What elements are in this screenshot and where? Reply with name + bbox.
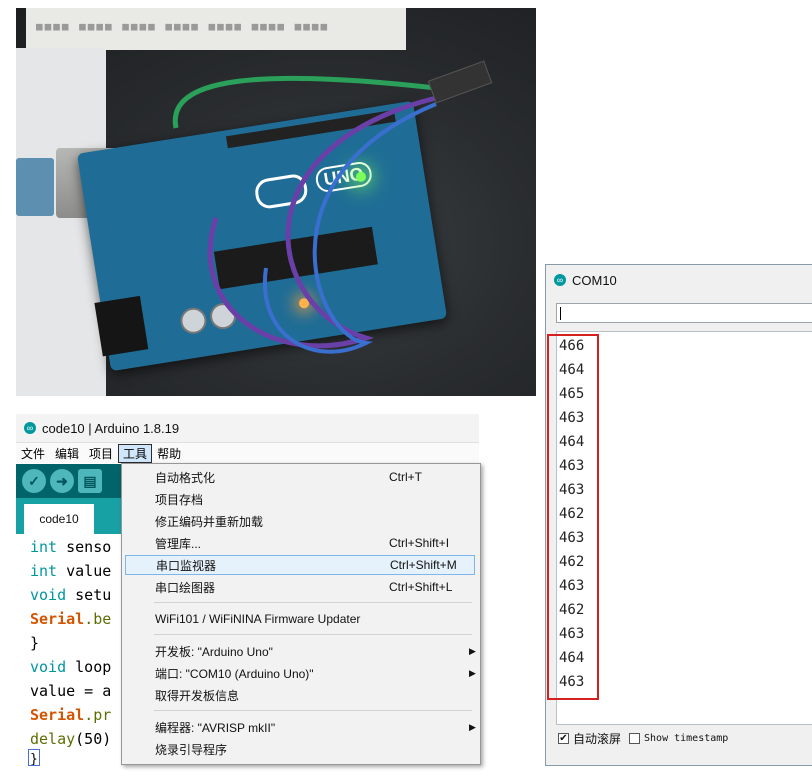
code-line: Serial.pr xyxy=(30,706,112,724)
menu-item-auto-format[interactable]: 自动格式化 Ctrl+T xyxy=(125,467,475,487)
submenu-arrow-icon: ▶ xyxy=(469,667,476,678)
autoscroll-checkbox[interactable]: ✔ xyxy=(558,732,569,744)
cursor-highlight xyxy=(28,749,40,766)
upload-button[interactable]: ➜ xyxy=(50,469,74,493)
menu-item-manage-libraries[interactable]: 管理库... Ctrl+Shift+I xyxy=(125,533,475,553)
menu-item-archive-sketch[interactable]: 项目存档 xyxy=(125,489,475,509)
menu-help[interactable]: 帮助 xyxy=(152,445,186,462)
submenu-arrow-icon: ▶ xyxy=(469,721,476,732)
menu-item-board-info[interactable]: 取得开发板信息 xyxy=(125,685,475,705)
menu-separator xyxy=(154,602,472,603)
menu-separator xyxy=(154,634,472,635)
submenu-arrow-icon: ▶ xyxy=(469,645,476,656)
tools-dropdown-menu: 自动格式化 Ctrl+T 项目存档 修正编码并重新加载 管理库... Ctrl+Sh… xyxy=(121,463,481,765)
timestamp-label: Show timestamp xyxy=(644,732,729,744)
code-line: value = a xyxy=(30,682,112,700)
code-line: delay(50) xyxy=(30,730,112,748)
serial-send-input[interactable] xyxy=(556,303,812,323)
arduino-app-icon: ∞ xyxy=(24,422,36,434)
red-highlight-box xyxy=(547,334,599,700)
menu-bar: 文件 编辑 项目 工具 帮助 xyxy=(16,443,479,463)
code-line: Serial.be xyxy=(30,610,112,628)
menu-separator xyxy=(154,710,472,711)
code-line: int senso xyxy=(30,538,112,556)
menu-item-board[interactable]: 开发板: "Arduino Uno" ▶ xyxy=(125,641,476,661)
menu-item-programmer[interactable]: 编程器: "AVRISP mkII" ▶ xyxy=(125,717,476,737)
menu-item-serial-plotter[interactable]: 串口绘图器 Ctrl+Shift+L xyxy=(125,577,475,597)
menu-file[interactable]: 文件 xyxy=(16,445,50,462)
arduino-app-icon: ∞ xyxy=(554,274,566,286)
menu-tools[interactable]: 工具 xyxy=(118,443,153,463)
new-button[interactable]: ▤ xyxy=(78,469,102,493)
serial-window-title: COM10 xyxy=(572,272,617,288)
jumper-wires xyxy=(172,75,437,354)
serial-footer: ✔ 自动滚屏 Show timestamp xyxy=(558,725,728,751)
text-caret xyxy=(560,307,561,320)
menu-item-port[interactable]: 端口: "COM10 (Arduino Uno)" ▶ xyxy=(125,663,476,683)
ide-window-title: code10 | Arduino 1.8.19 xyxy=(42,420,180,436)
code-line: } xyxy=(30,634,40,652)
code-line: int value xyxy=(30,562,112,580)
code-line: void setu xyxy=(30,586,112,604)
menu-item-fix-encoding[interactable]: 修正编码并重新加载 xyxy=(125,511,475,531)
tab-code10[interactable]: code10 xyxy=(24,504,94,534)
menu-sketch[interactable]: 项目 xyxy=(84,445,118,462)
menu-item-firmware-updater[interactable]: WiFi101 / WiFiNINA Firmware Updater xyxy=(125,609,475,629)
code-line: void loop xyxy=(30,658,112,676)
serial-title-bar: ∞ COM10 xyxy=(546,265,812,295)
timestamp-checkbox[interactable] xyxy=(629,732,641,744)
menu-item-serial-monitor[interactable]: 串口监视器 Ctrl+Shift+M xyxy=(125,555,475,575)
menu-item-burn-bootloader[interactable]: 烧录引导程序 xyxy=(125,739,475,759)
verify-button[interactable]: ✓ xyxy=(22,469,46,493)
ide-title-bar: ∞ code10 | Arduino 1.8.19 xyxy=(16,414,479,443)
menu-edit[interactable]: 编辑 xyxy=(50,445,84,462)
autoscroll-label: 自动滚屏 xyxy=(573,731,622,746)
arduino-photo: ■■■■ ■■■■ ■■■■ ■■■■ ■■■■ ■■■■ ■■■■ UNO xyxy=(16,8,536,396)
